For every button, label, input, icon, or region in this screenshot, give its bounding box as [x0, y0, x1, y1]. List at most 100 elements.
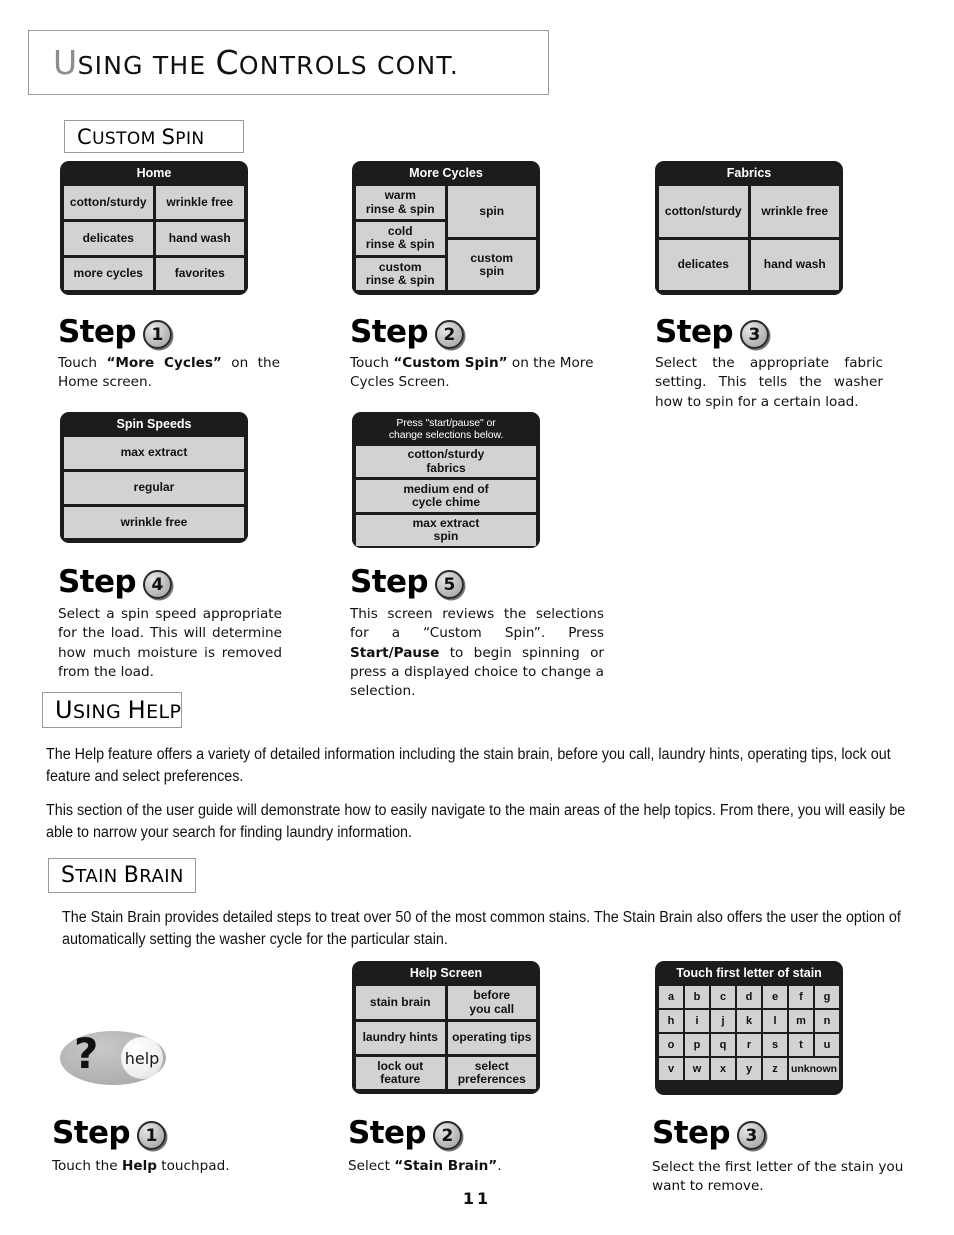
letter-key[interactable]: y: [737, 1058, 761, 1081]
letter-key[interactable]: b: [685, 986, 709, 1009]
letter-key[interactable]: d: [737, 986, 761, 1009]
panel-button[interactable]: wrinkle free: [155, 186, 244, 220]
letter-key[interactable]: p: [685, 1034, 709, 1057]
letter-key[interactable]: f: [789, 986, 813, 1009]
panel-column-left: warm rinse & spin cold rinse & spin custom…: [356, 186, 445, 291]
panel-button[interactable]: more cycles: [64, 257, 153, 291]
page-title: USING THE CONTROLS CONT.: [53, 43, 460, 82]
section-heading-using-help-label: USING HELP: [55, 696, 182, 724]
panel-button[interactable]: cotton/sturdy: [659, 186, 748, 237]
panel-column-right: spin custom spin: [447, 186, 536, 291]
letter-key[interactable]: e: [763, 986, 787, 1009]
step-heading-2: Step 2: [350, 316, 464, 349]
panel-button[interactable]: delicates: [659, 239, 748, 291]
letter-key[interactable]: x: [711, 1058, 735, 1081]
display-panel-review-selections: Press "start/pause" or change selections …: [352, 412, 540, 548]
letter-key[interactable]: s: [763, 1034, 787, 1057]
letter-key[interactable]: g: [815, 986, 839, 1009]
section-heading-stain-brain: STAIN BRAIN: [48, 858, 196, 893]
letter-key[interactable]: n: [815, 1010, 839, 1033]
panel-button[interactable]: cotton/sturdy: [64, 186, 153, 220]
display-panel-letter-keypad: Touch first letter of stain abcdefg hijkl…: [655, 961, 843, 1095]
section-heading-custom-spin: CUSTOM SPIN: [64, 120, 244, 153]
letter-key[interactable]: k: [737, 1010, 761, 1033]
panel-header-spin-speeds: Spin Speeds: [116, 417, 192, 431]
panel-header-help-screen: Help Screen: [409, 966, 483, 980]
letter-key[interactable]: t: [789, 1034, 813, 1057]
letter-key[interactable]: m: [789, 1010, 813, 1033]
letter-key[interactable]: z: [763, 1058, 787, 1081]
panel-column-left: cotton/sturdy delicates more cycles: [64, 186, 153, 291]
letter-key[interactable]: u: [815, 1034, 839, 1057]
letter-key[interactable]: i: [685, 1010, 709, 1033]
panel-button[interactable]: cold rinse & spin: [356, 222, 445, 255]
step-heading-help-3: Step 3: [652, 1117, 766, 1150]
panel-button[interactable]: warm rinse & spin: [356, 186, 445, 220]
display-panel-help-screen: Help Screen stain brain laundry hints lo…: [352, 961, 540, 1094]
letter-key[interactable]: o: [659, 1034, 683, 1057]
letter-key[interactable]: q: [711, 1034, 735, 1057]
help-label-circle: help: [121, 1037, 163, 1079]
section-heading-using-help: USING HELP: [42, 692, 182, 728]
step-word: Step: [350, 314, 429, 350]
panel-button[interactable]: regular: [64, 472, 244, 504]
panel-column-right: wrinkle free hand wash: [750, 186, 839, 291]
help-touchpad-graphic[interactable]: ? help: [60, 1031, 166, 1085]
step-word: Step: [348, 1115, 427, 1151]
step-number-badge: 3: [736, 1121, 766, 1150]
panel-button[interactable]: lock out feature: [356, 1057, 445, 1090]
panel-button[interactable]: stain brain: [356, 986, 445, 1019]
panel-button[interactable]: laundry hints: [356, 1021, 445, 1055]
panel-button[interactable]: max extract spin: [356, 514, 536, 547]
panel-button[interactable]: custom spin: [447, 239, 536, 291]
panel-button[interactable]: favorites: [155, 257, 244, 291]
panel-button[interactable]: max extract: [64, 437, 244, 470]
panel-button[interactable]: custom rinse & spin: [356, 257, 445, 291]
letter-key[interactable]: r: [737, 1034, 761, 1057]
page-title-box: USING THE CONTROLS CONT.: [28, 30, 549, 95]
panel-button[interactable]: before you call: [447, 986, 536, 1019]
panel-button[interactable]: cotton/sturdy fabrics: [356, 446, 536, 478]
panel-button[interactable]: delicates: [64, 222, 153, 255]
panel-button[interactable]: wrinkle free: [750, 186, 839, 237]
panel-column-left: stain brain laundry hints lock out featur…: [356, 986, 445, 1090]
panel-button[interactable]: operating tips: [447, 1021, 536, 1055]
panel-column-left: cotton/sturdy delicates: [659, 186, 748, 291]
panel-header-letter-keypad: Touch first letter of stain: [676, 966, 822, 980]
step-number-badge: 1: [142, 320, 172, 349]
letter-key[interactable]: a: [659, 986, 683, 1009]
step-word: Step: [350, 564, 429, 600]
display-panel-spin-speeds: Spin Speeds max extract regular wrinkle …: [60, 412, 248, 543]
letter-keypad: a b c d e f g h i j k l m n o p q r s t u v w x y z unknown: [655, 986, 843, 1081]
letter-key[interactable]: j: [711, 1010, 735, 1033]
panel-button[interactable]: hand wash: [750, 239, 839, 291]
letter-key[interactable]: v: [659, 1058, 683, 1081]
letter-key[interactable]: l: [763, 1010, 787, 1033]
step-number-badge: 5: [434, 570, 464, 599]
step-heading-3: Step 3: [655, 316, 769, 349]
panel-column-single: max extract regular wrinkle free: [64, 437, 244, 539]
step-number-badge: 4: [142, 570, 172, 599]
panel-button[interactable]: medium end of cycle chime: [356, 480, 536, 512]
panel-button[interactable]: spin: [447, 186, 536, 237]
letter-key[interactable]: c: [711, 986, 735, 1009]
letter-key[interactable]: h: [659, 1010, 683, 1033]
letter-key[interactable]: w: [685, 1058, 709, 1081]
display-panel-more-cycles: More Cycles warm rinse & spin cold rinse &…: [352, 161, 540, 295]
panel-button[interactable]: wrinkle free: [64, 506, 244, 539]
step-description-5: This screen reviews the selections for a…: [350, 606, 604, 700]
step-word: Step: [58, 314, 137, 350]
panel-button[interactable]: hand wash: [155, 222, 244, 255]
step-description-help-1: Touch the Help touchpad.: [52, 1158, 230, 1174]
panel-header-more-cycles: More Cycles: [409, 166, 483, 180]
step-number-badge: 2: [432, 1121, 462, 1150]
step-heading-help-1: Step 1: [52, 1117, 166, 1150]
step-heading-1: Step 1: [58, 316, 172, 349]
step-description-help-2: Select “Stain Brain”.: [348, 1158, 502, 1174]
step-description-4: Select a spin speed appropriate for the …: [58, 606, 282, 680]
paragraph-help-intro-1: The Help feature offers a variety of det…: [46, 746, 891, 785]
unknown-key[interactable]: unknown: [789, 1058, 839, 1081]
section-heading-stain-brain-label: STAIN BRAIN: [61, 863, 184, 888]
panel-button[interactable]: select preferences: [447, 1057, 536, 1090]
paragraph-help-intro-2: This section of the user guide will demo…: [46, 802, 906, 841]
